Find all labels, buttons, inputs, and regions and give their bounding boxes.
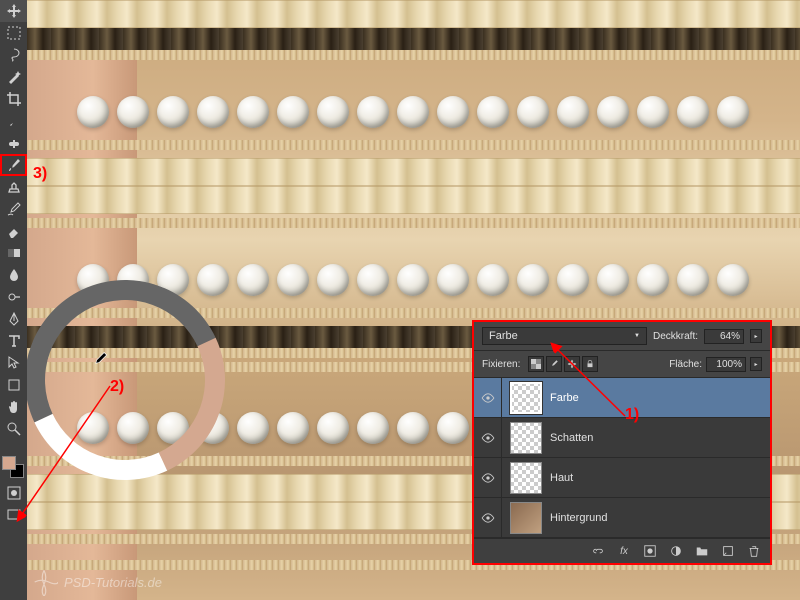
blend-mode-dropdown[interactable]: Farbe ▼	[482, 327, 647, 345]
move-tool[interactable]	[0, 0, 27, 22]
layer-list: Farbe Schatten Haut Hintergrund	[474, 378, 770, 538]
brush-tool[interactable]	[0, 154, 27, 176]
healing-brush-tool[interactable]	[0, 132, 27, 154]
eraser-tool[interactable]	[0, 220, 27, 242]
bead-row	[27, 218, 800, 228]
layer-visibility-toggle[interactable]	[474, 418, 502, 457]
layer-thumbnail[interactable]	[510, 382, 542, 414]
gradient-tool[interactable]	[0, 242, 27, 264]
dark-sequin-row	[27, 28, 800, 50]
blend-mode-value: Farbe	[489, 330, 518, 342]
eyedropper-tool[interactable]	[0, 110, 27, 132]
toolbar-divider	[0, 440, 27, 452]
layer-name[interactable]: Haut	[550, 472, 770, 484]
bead-row	[27, 308, 800, 318]
shape-tool[interactable]	[0, 374, 27, 396]
link-layers-button[interactable]	[590, 543, 606, 559]
zoom-tool[interactable]	[0, 418, 27, 440]
layer-thumbnail[interactable]	[510, 502, 542, 534]
sequin-row	[27, 0, 800, 28]
layer-effects-button[interactable]: fx	[616, 543, 632, 559]
quick-mask-tool[interactable]	[0, 482, 27, 504]
marquee-tool[interactable]	[0, 22, 27, 44]
bead-row	[27, 140, 800, 150]
layer-item-farbe[interactable]: Farbe	[474, 378, 770, 418]
dodge-tool[interactable]	[0, 286, 27, 308]
delete-layer-button[interactable]	[746, 543, 762, 559]
lock-all-button[interactable]	[582, 356, 598, 372]
layer-name[interactable]: Schatten	[550, 432, 770, 444]
layers-panel-header: Farbe ▼ Deckkraft: ▸	[474, 322, 770, 351]
layer-group-button[interactable]	[694, 543, 710, 559]
lock-position-button[interactable]	[564, 356, 580, 372]
opacity-input[interactable]	[704, 329, 744, 344]
history-brush-tool[interactable]	[0, 198, 27, 220]
layer-visibility-toggle[interactable]	[474, 498, 502, 537]
adjustment-layer-button[interactable]	[668, 543, 684, 559]
fill-label: Fläche:	[669, 359, 702, 370]
lasso-tool[interactable]	[0, 44, 27, 66]
layers-panel: Farbe ▼ Deckkraft: ▸ Fixieren: Fläche: ▸…	[472, 320, 772, 565]
layer-visibility-toggle[interactable]	[474, 378, 502, 417]
layer-item-schatten[interactable]: Schatten	[474, 418, 770, 458]
layer-item-haut[interactable]: Haut	[474, 458, 770, 498]
path-selection-tool[interactable]	[0, 352, 27, 374]
tools-toolbar	[0, 0, 27, 600]
fill-input[interactable]	[706, 357, 746, 372]
clone-stamp-tool[interactable]	[0, 176, 27, 198]
pearl-row	[27, 260, 800, 300]
blur-tool[interactable]	[0, 264, 27, 286]
chevron-down-icon: ▼	[634, 333, 640, 339]
layers-panel-footer: fx	[474, 538, 770, 563]
foreground-color-swatch[interactable]	[2, 456, 16, 470]
lock-label: Fixieren:	[482, 359, 520, 370]
layer-thumbnail[interactable]	[510, 462, 542, 494]
new-layer-button[interactable]	[720, 543, 736, 559]
fill-dropdown-button[interactable]: ▸	[750, 357, 762, 371]
layers-panel-lock-row: Fixieren: Fläche: ▸	[474, 351, 770, 378]
pearl-row	[27, 92, 800, 132]
sequin-row	[27, 158, 800, 186]
color-swatches[interactable]	[0, 454, 27, 482]
layer-mask-button[interactable]	[642, 543, 658, 559]
opacity-label: Deckkraft:	[653, 331, 698, 342]
crop-tool[interactable]	[0, 88, 27, 110]
layer-name[interactable]: Hintergrund	[550, 512, 770, 524]
layer-visibility-toggle[interactable]	[474, 458, 502, 497]
sequin-row	[27, 186, 800, 214]
layer-thumbnail[interactable]	[510, 422, 542, 454]
type-tool[interactable]	[0, 330, 27, 352]
opacity-dropdown-button[interactable]: ▸	[750, 329, 762, 343]
layer-name[interactable]: Farbe	[550, 392, 770, 404]
pen-tool[interactable]	[0, 308, 27, 330]
magic-wand-tool[interactable]	[0, 66, 27, 88]
lock-pixels-button[interactable]	[546, 356, 562, 372]
bead-row	[27, 50, 800, 60]
layer-item-hintergrund[interactable]: Hintergrund	[474, 498, 770, 538]
lock-transparency-button[interactable]	[528, 356, 544, 372]
hand-tool[interactable]	[0, 396, 27, 418]
screen-mode-tool[interactable]	[0, 504, 27, 526]
